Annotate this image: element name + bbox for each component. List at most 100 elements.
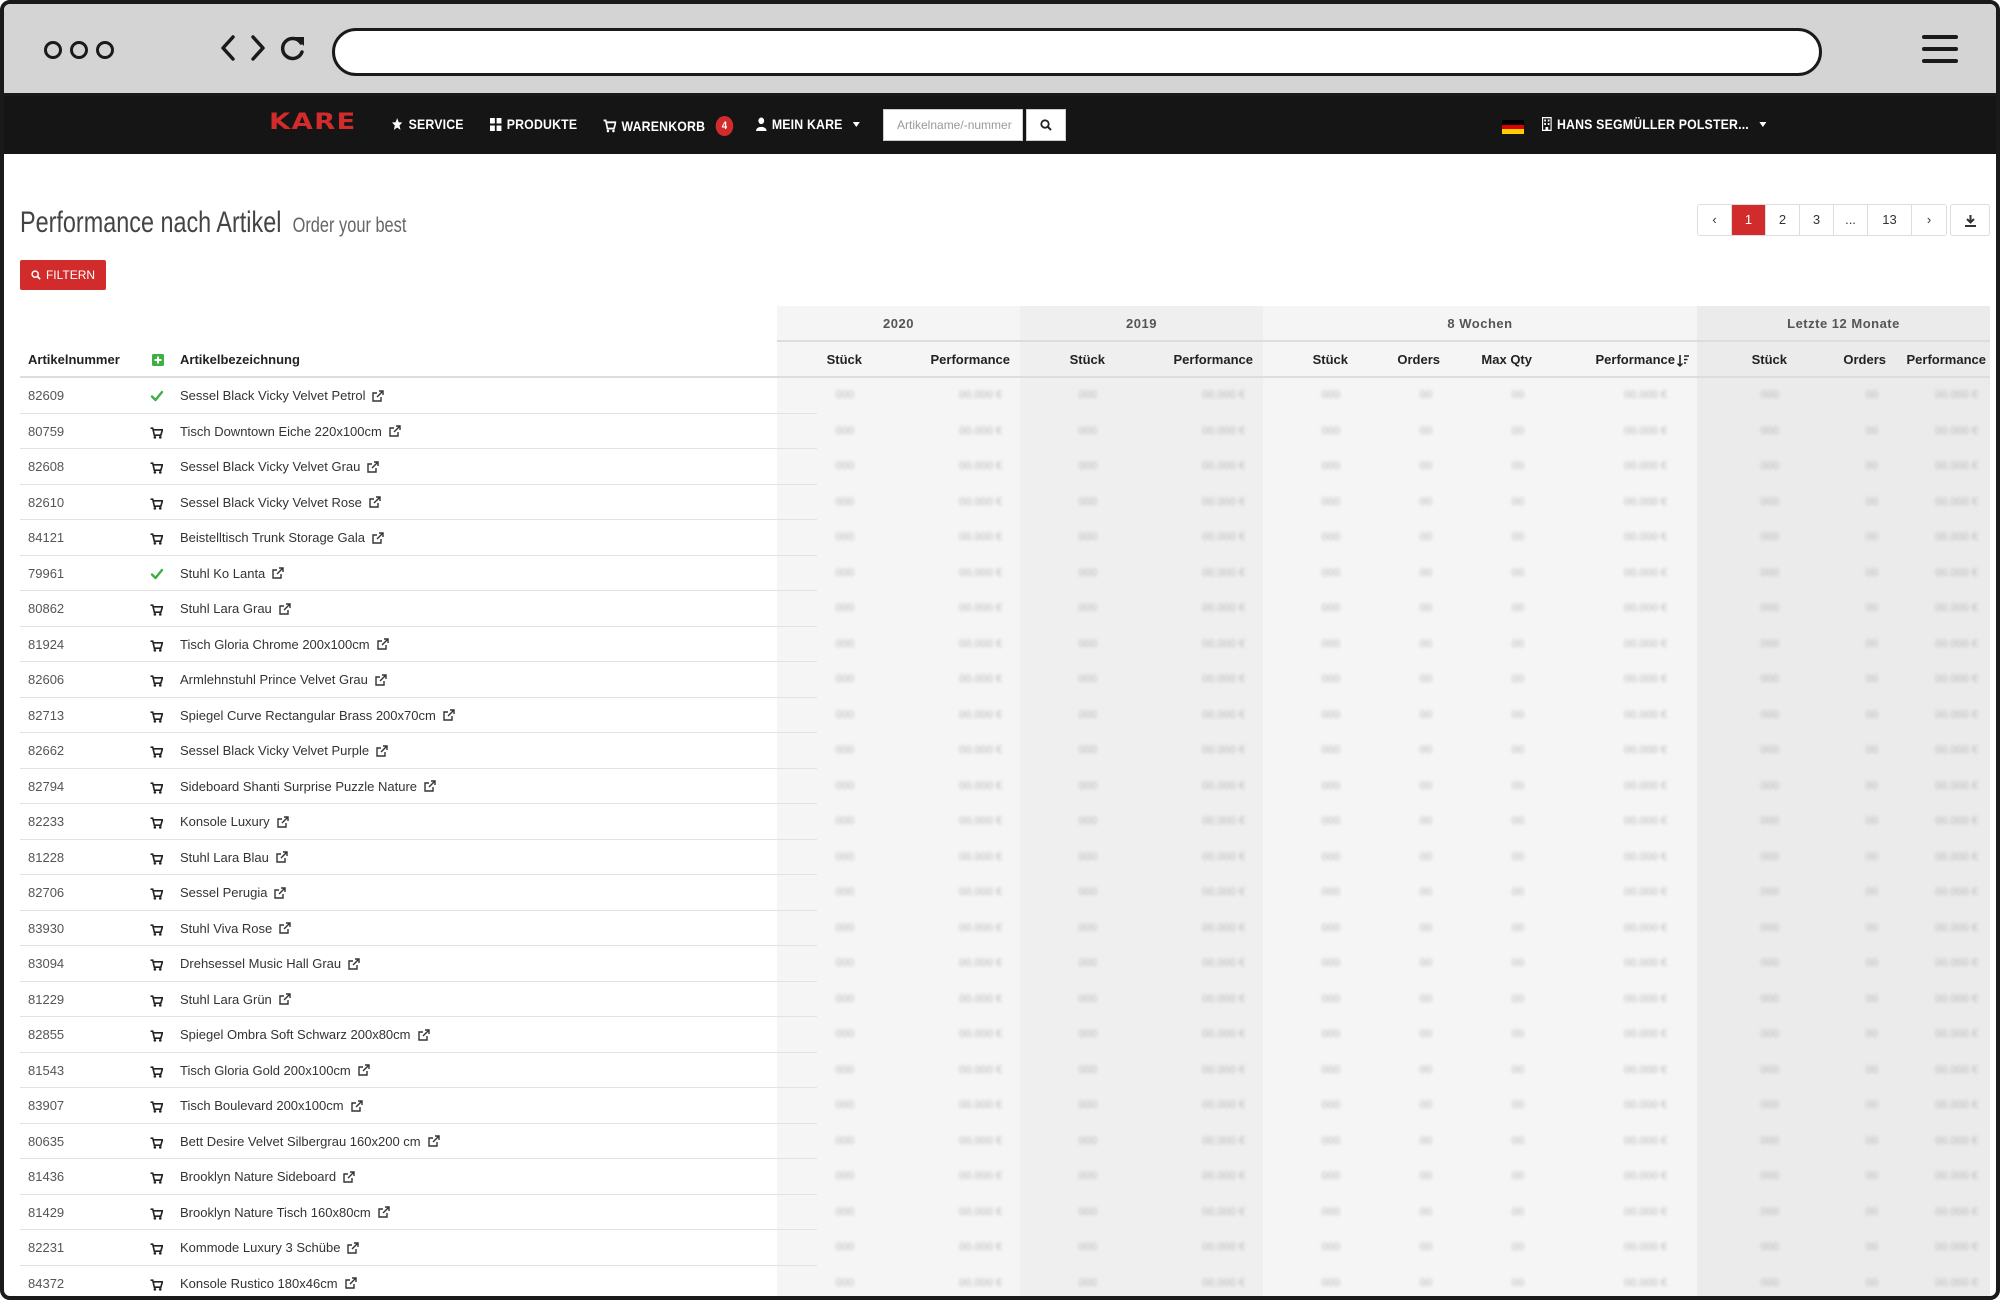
- cart-icon[interactable]: [150, 887, 164, 901]
- col-8w-performance[interactable]: Performance: [1532, 342, 1675, 378]
- external-link-icon[interactable]: [276, 816, 289, 828]
- external-link-icon[interactable]: [358, 1064, 370, 1076]
- table-row[interactable]: 81229 Stuhl Lara Grün 000 00.000 € 000 00.000…: [20, 982, 1990, 1018]
- col-8w-stueck[interactable]: Stück: [1263, 342, 1348, 378]
- window-dot-icon[interactable]: [96, 41, 114, 59]
- table-row[interactable]: 81924 Tisch Gloria Chrome 200x100cm 000 00.…: [20, 627, 1990, 663]
- external-link-icon[interactable]: [375, 674, 387, 686]
- search-button[interactable]: [1026, 109, 1066, 141]
- cart-icon[interactable]: [150, 426, 164, 440]
- cart-icon[interactable]: [150, 674, 164, 688]
- add-column-icon[interactable]: [152, 353, 164, 367]
- external-link-icon[interactable]: [347, 1242, 360, 1254]
- external-link-icon[interactable]: [343, 1171, 355, 1183]
- table-row[interactable]: 80862 Stuhl Lara Grau 000 00.000 € 000 00.000…: [20, 591, 1990, 627]
- cart-icon[interactable]: [150, 710, 164, 724]
- cart-icon[interactable]: [150, 639, 164, 653]
- filter-button[interactable]: FILTERN: [20, 260, 106, 290]
- cart-icon[interactable]: [150, 994, 164, 1008]
- table-row[interactable]: 82610 Sessel Black Vicky Velvet Rose 000 00…: [20, 485, 1990, 521]
- col-2019-stueck[interactable]: Stück: [1020, 342, 1105, 378]
- table-row[interactable]: 80759 Tisch Downtown Eiche 220x100cm 000 00…: [20, 414, 1990, 450]
- col-8w-orders[interactable]: Orders: [1348, 342, 1440, 378]
- nav-mein-kare[interactable]: MEIN KARE: [756, 116, 861, 132]
- download-button[interactable]: [1950, 204, 1990, 236]
- window-dot-icon[interactable]: [44, 41, 62, 59]
- table-row[interactable]: 81429 Brooklyn Nature Tisch 160x80cm 000 00…: [20, 1195, 1990, 1231]
- cart-icon[interactable]: [150, 1029, 164, 1043]
- back-icon[interactable]: [220, 34, 236, 62]
- article-search-input[interactable]: Artikelname/-nummer: [883, 109, 1023, 141]
- kare-logo[interactable]: KARE: [269, 110, 357, 135]
- cart-icon[interactable]: [150, 1207, 164, 1221]
- table-row[interactable]: 84121 Beistelltisch Trunk Storage Gala 000…: [20, 520, 1990, 556]
- forward-icon[interactable]: [250, 34, 266, 62]
- address-bar[interactable]: [332, 28, 1822, 76]
- cart-icon[interactable]: [150, 745, 164, 759]
- external-link-icon[interactable]: [389, 425, 401, 437]
- pagination-prev[interactable]: ‹: [1698, 205, 1732, 235]
- table-row[interactable]: 80635 Bett Desire Velvet Silbergrau 160x2…: [20, 1124, 1990, 1160]
- pagination-page[interactable]: 3: [1800, 205, 1834, 235]
- cart-icon[interactable]: [150, 852, 164, 866]
- window-dot-icon[interactable]: [70, 41, 88, 59]
- external-link-icon[interactable]: [372, 532, 384, 544]
- cart-icon[interactable]: [150, 1278, 164, 1292]
- external-link-icon[interactable]: [376, 638, 389, 650]
- table-row[interactable]: 79961 Stuhl Ko Lanta 000 00.000 € 000 00.000 …: [20, 556, 1990, 592]
- cart-icon[interactable]: [150, 781, 164, 795]
- table-row[interactable]: 82662 Sessel Black Vicky Velvet Purple 000…: [20, 733, 1990, 769]
- external-link-icon[interactable]: [279, 922, 291, 934]
- external-link-icon[interactable]: [424, 780, 436, 792]
- cart-icon[interactable]: [150, 816, 164, 830]
- col-8w-maxqty[interactable]: Max Qty: [1440, 342, 1532, 378]
- reload-icon[interactable]: [280, 34, 306, 62]
- germany-flag-icon[interactable]: [1502, 120, 1524, 134]
- table-row[interactable]: 82233 Konsole Luxury 000 00.000 € 000 00.000 …: [20, 804, 1990, 840]
- external-link-icon[interactable]: [376, 745, 388, 757]
- cart-icon[interactable]: [150, 958, 164, 972]
- account-dropdown[interactable]: HANS SEGMÜLLER POLSTER...: [1542, 116, 1767, 132]
- col-artikelnummer[interactable]: Artikelnummer: [28, 342, 120, 378]
- col-12m-stueck[interactable]: Stück: [1697, 342, 1787, 378]
- table-row[interactable]: 82609 Sessel Black Vicky Velvet Petrol 000…: [20, 378, 1990, 414]
- col-artikelbezeichnung[interactable]: Artikelbezeichnung: [180, 342, 300, 378]
- col-2019-performance[interactable]: Performance: [1105, 342, 1253, 378]
- pagination-page[interactable]: 2: [1766, 205, 1800, 235]
- pagination-next[interactable]: ›: [1912, 205, 1946, 235]
- external-link-icon[interactable]: [348, 958, 360, 970]
- col-2020-performance[interactable]: Performance: [862, 342, 1010, 378]
- cart-icon[interactable]: [150, 603, 164, 617]
- external-link-icon[interactable]: [350, 1100, 363, 1112]
- external-link-icon[interactable]: [274, 887, 287, 899]
- col-2020-stueck[interactable]: Stück: [777, 342, 862, 378]
- external-link-icon[interactable]: [279, 603, 291, 615]
- external-link-icon[interactable]: [367, 461, 380, 473]
- cart-icon[interactable]: [150, 1242, 164, 1256]
- col-12m-orders[interactable]: Orders: [1787, 342, 1886, 378]
- nav-service[interactable]: SERVICE: [391, 116, 464, 132]
- table-row[interactable]: 82855 Spiegel Ombra Soft Schwarz 200x80cm…: [20, 1017, 1990, 1053]
- sort-desc-icon[interactable]: [1677, 354, 1689, 367]
- table-row[interactable]: 82606 Armlehnstuhl Prince Velvet Grau 000 0…: [20, 662, 1990, 698]
- hamburger-icon[interactable]: [1922, 35, 1958, 71]
- table-row[interactable]: 82608 Sessel Black Vicky Velvet Grau 000 00…: [20, 449, 1990, 485]
- table-row[interactable]: 82713 Spiegel Curve Rectangular Brass 200…: [20, 698, 1990, 734]
- table-row[interactable]: 83907 Tisch Boulevard 200x100cm 000 00.000 …: [20, 1088, 1990, 1124]
- table-row[interactable]: 82794 Sideboard Shanti Surprise Puzzle Na…: [20, 769, 1990, 805]
- table-row[interactable]: 83930 Stuhl Viva Rose 000 00.000 € 000 00.000…: [20, 911, 1990, 947]
- external-link-icon[interactable]: [427, 1135, 440, 1147]
- cart-icon[interactable]: [150, 1065, 164, 1079]
- cart-icon[interactable]: [150, 1136, 164, 1150]
- pagination-page[interactable]: 13: [1868, 205, 1912, 235]
- external-link-icon[interactable]: [344, 1277, 357, 1289]
- table-row[interactable]: 81543 Tisch Gloria Gold 200x100cm 000 00.00…: [20, 1053, 1990, 1089]
- external-link-icon[interactable]: [272, 567, 284, 579]
- table-row[interactable]: 84372 Konsole Rustico 180x46cm 000 00.000 €…: [20, 1266, 1990, 1297]
- table-row[interactable]: 81228 Stuhl Lara Blau 000 00.000 € 000 00.000…: [20, 840, 1990, 876]
- cart-icon[interactable]: [150, 1100, 164, 1114]
- external-link-icon[interactable]: [443, 709, 455, 721]
- external-link-icon[interactable]: [279, 993, 291, 1005]
- external-link-icon[interactable]: [417, 1029, 430, 1041]
- table-row[interactable]: 82706 Sessel Perugia 000 00.000 € 000 00.000 …: [20, 875, 1990, 911]
